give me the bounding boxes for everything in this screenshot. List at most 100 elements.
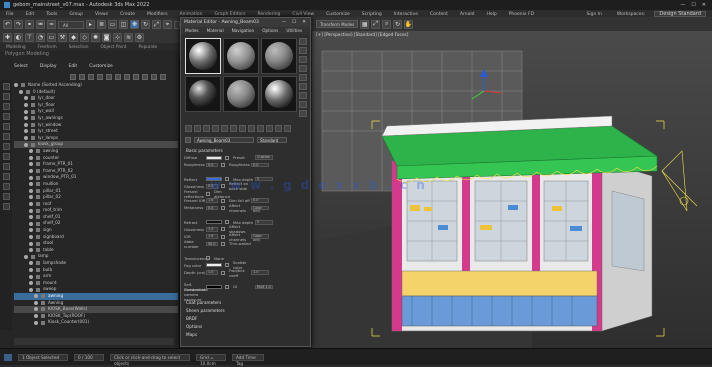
display-influences-icon[interactable]	[2, 153, 10, 160]
ribbon-tab-selection[interactable]: Selection	[63, 45, 95, 50]
put-to-library-icon[interactable]	[239, 125, 246, 132]
redo-icon[interactable]: ↷	[14, 20, 23, 29]
maximize-button[interactable]: ☐	[691, 2, 695, 8]
param-spinner[interactable]: 0.0	[206, 162, 218, 168]
scene-tree-row[interactable]: pillar_02	[14, 194, 178, 201]
scene-tree-row[interactable]: awning	[14, 148, 178, 155]
scene-tree-row[interactable]: KIOSK_Base(Walls)	[14, 306, 178, 313]
param-value[interactable]: 0.0	[251, 162, 269, 168]
expand-all-icon[interactable]	[2, 193, 10, 200]
selection-filter-dropdown[interactable]: All	[58, 20, 84, 29]
scene-tree-row[interactable]: shelf_01	[14, 214, 178, 221]
visibility-icon[interactable]	[24, 129, 28, 134]
param-value[interactable]: Mult 1.0	[255, 284, 273, 290]
select-move-icon[interactable]: ✥	[130, 20, 139, 29]
scene-tree-row[interactable]: Awning	[14, 300, 178, 307]
scene-tree-row[interactable]: pillar_01	[14, 188, 178, 195]
assign-to-selection-icon[interactable]	[203, 125, 210, 132]
scene-tree-row[interactable]: window_PTR_01	[14, 174, 178, 181]
lights-icon[interactable]: ✺	[91, 32, 100, 42]
sample-slot[interactable]	[261, 76, 297, 112]
get-material-icon[interactable]	[185, 125, 192, 132]
menu-phoenix[interactable]: Phoenix FD	[503, 12, 540, 17]
filter-frozen-icon[interactable]	[160, 74, 166, 80]
hierarchy-icon[interactable]: ⊤	[25, 32, 34, 42]
visibility-icon[interactable]	[29, 215, 33, 220]
param-value[interactable]: 0.0	[251, 198, 269, 203]
scene-tree-row[interactable]: lyr_lamps	[14, 135, 178, 142]
visibility-icon[interactable]	[14, 83, 18, 88]
param-value[interactable]: Color only	[251, 205, 269, 213]
menu-animation[interactable]: Animation	[174, 12, 209, 17]
zoom-icon[interactable]: ⌕	[382, 19, 392, 29]
maxscript-listener-icon[interactable]	[4, 353, 12, 361]
scene-tree-row[interactable]: signboard	[14, 234, 178, 241]
param-value[interactable]: Custom	[255, 155, 273, 160]
undo-icon[interactable]: ↶	[3, 20, 12, 29]
param-checkbox[interactable]	[221, 162, 225, 167]
rollout-header[interactable]: BRDF	[184, 316, 306, 322]
rollout-header[interactable]: Coat parameters	[184, 300, 306, 306]
filter-groups-icon[interactable]	[124, 74, 130, 80]
rollout-header[interactable]: Maps	[184, 332, 306, 338]
visibility-icon[interactable]	[34, 294, 38, 299]
param-checkbox[interactable]	[206, 191, 210, 196]
menu-edit[interactable]: Edit	[20, 12, 41, 17]
visibility-icon[interactable]	[29, 162, 33, 167]
put-to-scene-icon[interactable]	[194, 125, 201, 132]
motion-icon[interactable]: ◔	[36, 32, 45, 42]
rollout-header[interactable]: Options	[184, 324, 306, 330]
sample-slot[interactable]	[261, 38, 297, 74]
select-scale-icon[interactable]: ⤢	[152, 20, 161, 29]
sign-in-link[interactable]: Sign In	[580, 12, 607, 17]
display-children-icon[interactable]	[2, 143, 10, 150]
filter-cameras-icon[interactable]	[97, 74, 103, 80]
scene-tree-row[interactable]: frame_PTR_02	[14, 168, 178, 175]
visibility-icon[interactable]	[29, 234, 33, 239]
se-tab-edit[interactable]: Edit	[68, 64, 77, 69]
add-time-tag-button[interactable]: Add Time Tag	[232, 353, 264, 366]
display-invert-icon[interactable]	[2, 103, 10, 110]
bind-space-warp-icon[interactable]: ≈	[47, 20, 56, 29]
scene-tree-row[interactable]: mount	[14, 280, 178, 287]
visibility-icon[interactable]	[29, 261, 33, 266]
sample-slot[interactable]	[185, 38, 221, 74]
shapes-icon[interactable]: ◇	[80, 32, 89, 42]
ribbon-tab-freeform[interactable]: Freeform	[32, 45, 63, 50]
param-spinner[interactable]: 1.6	[206, 198, 218, 203]
go-forward-sibling-icon[interactable]	[284, 125, 291, 132]
filter-xrefs-icon[interactable]	[133, 74, 139, 80]
se-tab-select[interactable]: Select	[14, 64, 28, 69]
menu-tools[interactable]: Tools	[40, 12, 63, 17]
param-spinner[interactable]: 1.0	[206, 270, 218, 275]
helpers-icon[interactable]: ⊹	[113, 32, 122, 42]
select-by-material-icon[interactable]	[299, 101, 307, 108]
select-rotate-icon[interactable]: ↻	[141, 20, 150, 29]
param-checkbox[interactable]	[221, 241, 225, 246]
select-by-name-icon[interactable]: ≣	[97, 20, 106, 29]
scene-tree-row[interactable]: lamp	[14, 253, 178, 260]
scene-tree-row[interactable]: frame_PTR_01	[14, 161, 178, 168]
visibility-icon[interactable]	[19, 89, 23, 94]
visibility-icon[interactable]	[29, 228, 33, 233]
param-checkbox[interactable]	[221, 227, 225, 232]
scene-tree-row[interactable]: lyr_window	[14, 122, 178, 129]
param-spinner[interactable]: 0.0	[206, 205, 218, 211]
material-navigator-icon[interactable]	[299, 110, 307, 117]
scene-tree-row[interactable]: table	[14, 247, 178, 254]
window-crossing-icon[interactable]: ◫	[119, 20, 128, 29]
scene-tree-row[interactable]: lyr_door	[14, 95, 178, 102]
geometry-icon[interactable]: ◆	[69, 32, 78, 42]
menu-create[interactable]: Create	[114, 12, 141, 17]
filter-containers-icon[interactable]	[151, 74, 157, 80]
visibility-icon[interactable]	[29, 248, 33, 253]
me-minimize-button[interactable]: —	[282, 20, 287, 25]
param-spinner[interactable]: 1.6	[206, 234, 218, 239]
visibility-icon[interactable]	[29, 175, 33, 180]
visibility-icon[interactable]	[34, 320, 38, 325]
frame-counter[interactable]: 0 / 100	[74, 353, 104, 361]
visibility-icon[interactable]	[24, 109, 28, 114]
unlink-icon[interactable]: ⚮	[36, 20, 45, 29]
me-menu-material[interactable]: Material	[203, 28, 228, 33]
visibility-icon[interactable]	[29, 201, 33, 206]
